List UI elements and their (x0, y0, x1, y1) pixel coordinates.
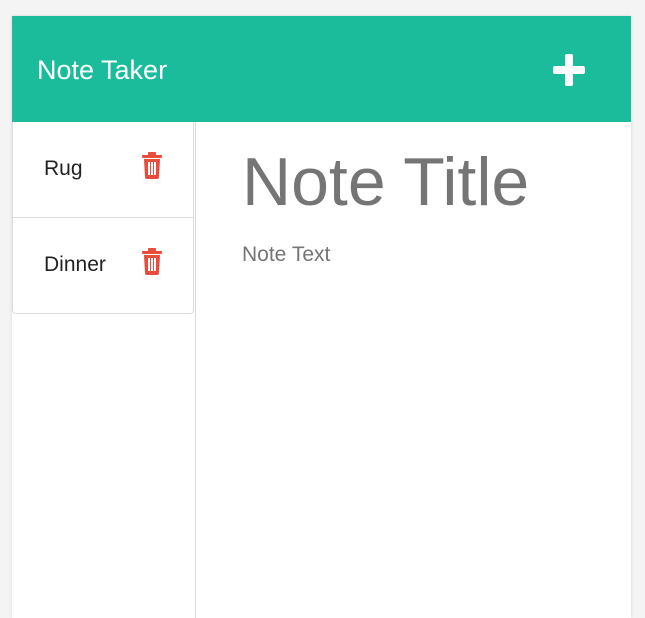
trash-icon[interactable] (141, 248, 163, 275)
note-item-title[interactable]: Dinner (44, 250, 106, 280)
note-title-input[interactable] (242, 142, 622, 222)
trash-icon[interactable] (141, 152, 163, 179)
sidebar: Rug Dinner (12, 122, 196, 618)
app-window: Note Taker Rug Dinner Note Title Note Te… (12, 16, 631, 618)
brand-title: Note Taker (37, 55, 168, 85)
new-note-button[interactable] (549, 51, 589, 91)
list-item[interactable]: Rug (13, 122, 193, 218)
navbar: Note Taker (12, 16, 631, 122)
note-editor (196, 122, 631, 618)
note-item-title[interactable]: Rug (44, 154, 83, 184)
list-item[interactable]: Dinner (13, 218, 193, 313)
note-list: Rug Dinner (12, 122, 194, 314)
note-text-input[interactable] (242, 240, 622, 600)
